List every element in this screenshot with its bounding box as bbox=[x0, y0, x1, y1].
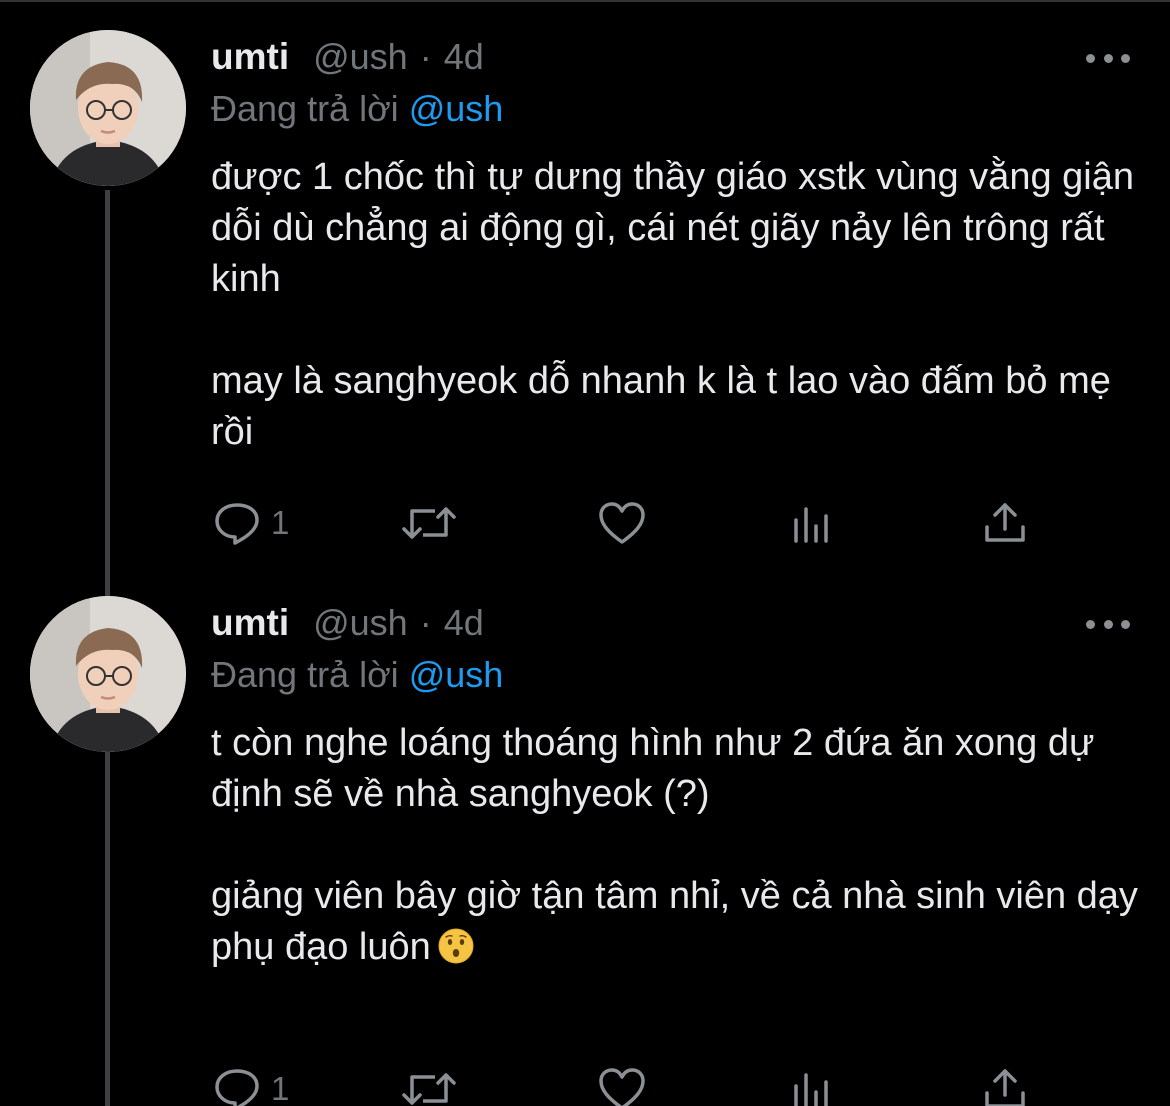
reply-count: 1 bbox=[271, 1070, 290, 1106]
tweet-text: được 1 chốc thì tự dưng thầy giáo xstk v… bbox=[211, 152, 1141, 458]
more-icon[interactable] bbox=[1086, 50, 1130, 66]
tweet-paragraph: được 1 chốc thì tự dưng thầy giáo xstk v… bbox=[211, 156, 1134, 300]
more-icon[interactable] bbox=[1086, 616, 1130, 632]
tweet-paragraph-with-emoji: giảng viên bây giờ tận tâm nhỉ, về cả nh… bbox=[211, 871, 1141, 973]
stats-icon bbox=[791, 1068, 833, 1106]
stats-button[interactable] bbox=[791, 498, 833, 548]
tweet-header: umti @ush · 4d bbox=[211, 602, 484, 646]
stats-button[interactable] bbox=[791, 1064, 833, 1106]
avatar[interactable] bbox=[30, 596, 186, 752]
replying-to-mention[interactable]: @ush bbox=[409, 654, 504, 695]
timestamp[interactable]: 4d bbox=[444, 36, 484, 78]
retweet-icon bbox=[401, 501, 457, 545]
avatar[interactable] bbox=[30, 30, 186, 186]
tweet-paragraph: giảng viên bây giờ tận tâm nhỉ, về cả nh… bbox=[211, 875, 1138, 968]
separator-dot: · bbox=[419, 602, 432, 643]
stats-icon bbox=[791, 502, 833, 544]
share-button[interactable] bbox=[983, 498, 1027, 548]
retweet-button[interactable] bbox=[401, 1064, 457, 1106]
share-icon bbox=[983, 1067, 1027, 1106]
reply-count: 1 bbox=[271, 504, 290, 541]
replying-to-label: Đang trả lời bbox=[211, 88, 399, 129]
action-bar: 1 bbox=[213, 498, 1043, 548]
like-icon bbox=[598, 501, 646, 545]
display-name[interactable]: umti bbox=[211, 602, 289, 644]
reply-icon bbox=[213, 500, 261, 546]
tweet-header: umti @ush · 4d bbox=[211, 36, 484, 80]
like-button[interactable] bbox=[598, 498, 646, 548]
retweet-button[interactable] bbox=[401, 498, 457, 548]
separator-dot: · bbox=[419, 36, 432, 77]
retweet-icon bbox=[401, 1067, 457, 1106]
tweet[interactable]: umti @ush · 4d Đang trả lời @ush được 1 … bbox=[0, 0, 1170, 566]
replying-to: Đang trả lời @ush bbox=[211, 654, 503, 696]
hushed-face-emoji bbox=[437, 927, 475, 965]
username-handle[interactable]: @ush bbox=[313, 602, 408, 644]
share-button[interactable] bbox=[983, 1064, 1027, 1106]
like-icon bbox=[598, 1067, 646, 1106]
tweet-text: t còn nghe loáng thoáng hình như 2 đứa ă… bbox=[211, 718, 1141, 973]
timestamp[interactable]: 4d bbox=[444, 602, 484, 644]
display-name[interactable]: umti bbox=[211, 36, 289, 78]
tweet-paragraph: t còn nghe loáng thoáng hình như 2 đứa ă… bbox=[211, 722, 1095, 815]
action-bar: 1 bbox=[213, 1064, 1043, 1106]
tweet[interactable]: umti @ush · 4d Đang trả lời @ush t còn n… bbox=[0, 566, 1170, 1106]
replying-to-mention[interactable]: @ush bbox=[409, 88, 504, 129]
reply-button[interactable]: 1 bbox=[213, 498, 289, 548]
reply-icon bbox=[213, 1066, 261, 1106]
username-handle[interactable]: @ush bbox=[313, 36, 408, 78]
reply-button[interactable]: 1 bbox=[213, 1064, 289, 1106]
like-button[interactable] bbox=[598, 1064, 646, 1106]
replying-to-label: Đang trả lời bbox=[211, 654, 399, 695]
tweet-paragraph: may là sanghyeok dỗ nhanh k là t lao vào… bbox=[211, 360, 1111, 453]
share-icon bbox=[983, 501, 1027, 545]
replying-to: Đang trả lời @ush bbox=[211, 88, 503, 130]
